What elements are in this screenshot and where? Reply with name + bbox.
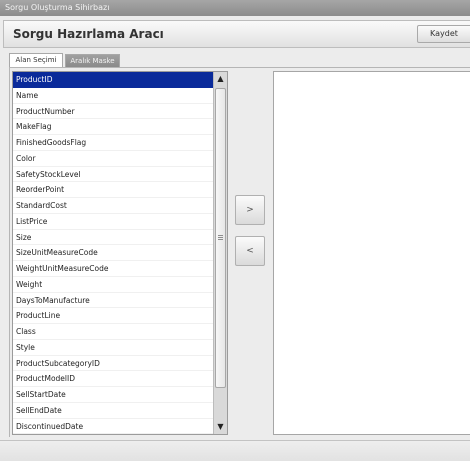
list-item[interactable]: ReorderPoint <box>13 182 227 198</box>
list-item[interactable]: DaysToManufacture <box>13 293 227 309</box>
list-item[interactable]: SellEndDate <box>13 403 227 419</box>
selected-fields-list[interactable] <box>273 71 470 435</box>
tab-range-mask[interactable]: Aralık Maske <box>65 54 120 67</box>
page-title: Sorgu Hazırlama Aracı <box>13 27 164 41</box>
add-field-button[interactable]: > <box>235 195 265 225</box>
list-item[interactable]: ProductSubcategoryID <box>13 356 227 372</box>
grip-icon <box>218 235 223 236</box>
list-item[interactable]: FinishedGoodsFlag <box>13 135 227 151</box>
list-item[interactable]: SafetyStockLevel <box>13 167 227 183</box>
list-item[interactable]: WeightUnitMeasureCode <box>13 261 227 277</box>
scroll-thumb[interactable] <box>215 88 226 388</box>
list-item[interactable]: ListPrice <box>13 214 227 230</box>
grip-icon <box>218 237 223 238</box>
list-item[interactable]: ProductNumber <box>13 104 227 120</box>
list-item[interactable]: Color <box>13 151 227 167</box>
list-item[interactable]: ProductModelID <box>13 371 227 387</box>
list-item[interactable]: Class <box>13 324 227 340</box>
list-item[interactable]: Weight <box>13 277 227 293</box>
status-bar <box>0 440 470 461</box>
list-item[interactable]: ProductID <box>13 72 227 88</box>
list-item[interactable]: StandardCost <box>13 198 227 214</box>
window-title: Sorgu Oluşturma Sihirbazı <box>0 0 470 16</box>
list-item[interactable]: ProductLine <box>13 308 227 324</box>
list-item[interactable]: Size <box>13 230 227 246</box>
header-bar: Sorgu Hazırlama Aracı Kaydet <box>3 20 470 48</box>
list-item[interactable]: SizeUnitMeasureCode <box>13 245 227 261</box>
list-item[interactable]: Name <box>13 88 227 104</box>
save-button[interactable]: Kaydet <box>417 25 470 43</box>
tab-field-selection[interactable]: Alan Seçimi <box>9 53 63 67</box>
list-item[interactable]: SellStartDate <box>13 387 227 403</box>
list-item[interactable]: MakeFlag <box>13 119 227 135</box>
grip-icon <box>218 239 223 240</box>
list-item[interactable]: Style <box>13 340 227 356</box>
list-scrollbar[interactable]: ▲ ▼ <box>213 72 227 434</box>
scroll-down-icon[interactable]: ▼ <box>214 420 227 434</box>
remove-field-button[interactable]: < <box>235 236 265 266</box>
available-fields-list[interactable]: ProductID Name ProductNumber MakeFlag Finish… <box>12 71 228 435</box>
list-item[interactable]: DiscontinuedDate <box>13 419 227 434</box>
scroll-up-icon[interactable]: ▲ <box>214 72 227 86</box>
